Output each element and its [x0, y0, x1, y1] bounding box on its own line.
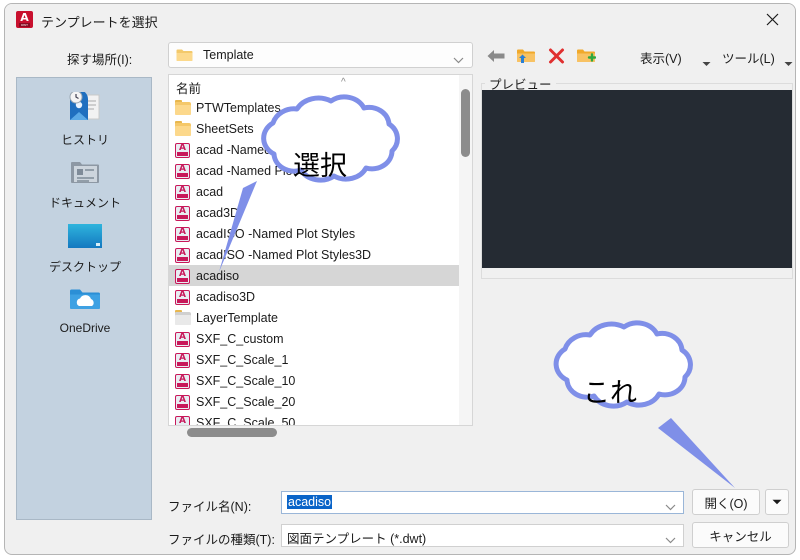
file-row-label: PTWTemplates	[196, 100, 281, 115]
file-row-label: SXF_C_Scale_1	[196, 352, 289, 367]
dwt-file-icon: A	[174, 246, 192, 264]
dwt-file-icon: A	[174, 141, 192, 159]
annotation-this-text: これ	[583, 378, 637, 409]
window-title: テンプレートを選択	[41, 15, 158, 30]
place-label: ヒストリ	[60, 133, 109, 147]
look-in-value: Template	[203, 48, 254, 62]
file-row-label: SXF_C_custom	[196, 331, 284, 346]
file-row-label: SXF_C_Scale_50	[196, 415, 296, 426]
dwt-file-icon: A	[174, 288, 192, 306]
file-row[interactable]: LayerTemplate	[169, 307, 472, 328]
file-list-horizontal-scrollbar[interactable]	[168, 426, 473, 439]
folder-icon	[174, 99, 192, 117]
file-row-label: acadiso3D	[196, 289, 256, 304]
folder-icon	[174, 309, 192, 327]
dwt-file-icon: A	[174, 330, 192, 348]
file-row[interactable]: A SXF_C_Scale_50	[169, 412, 472, 426]
scrollbar-thumb[interactable]	[187, 428, 277, 437]
file-row[interactable]: SheetSets	[169, 118, 472, 139]
open-dropdown-button[interactable]	[765, 489, 789, 515]
chevron-down-icon[interactable]	[702, 54, 711, 72]
file-row[interactable]: Aacad3D	[169, 202, 472, 223]
dwt-file-icon: A	[174, 183, 192, 201]
file-list[interactable]: 名前 ^ PTWTemplates SheetSets Aacad -Named P…	[168, 74, 473, 426]
filename-input[interactable]: acadiso	[281, 491, 684, 514]
file-row[interactable]: Aacad	[169, 181, 472, 202]
filename-value: acadiso	[287, 495, 333, 509]
file-row[interactable]: PTWTemplates	[169, 97, 472, 118]
file-row[interactable]: A SXF_C_Scale_1	[169, 349, 472, 370]
documents-icon	[17, 151, 153, 193]
scrollbar-thumb[interactable]	[461, 89, 470, 157]
file-row[interactable]: A SXF_C_Scale_20	[169, 391, 472, 412]
new-folder-icon[interactable]	[573, 44, 599, 68]
file-row[interactable]: A SXF_C_Scale_10	[169, 370, 472, 391]
file-row[interactable]: Aacadiso3D	[169, 286, 472, 307]
filetype-value: 図面テンプレート (*.dwt)	[287, 532, 427, 546]
file-row-label: SXF_C_Scale_20	[196, 394, 296, 409]
file-row[interactable]: AacadISO -Named Plot Styles	[169, 223, 472, 244]
dwt-file-icon: A	[174, 225, 192, 243]
onedrive-icon	[17, 278, 153, 320]
dwt-file-icon: A	[174, 204, 192, 222]
file-row-label: LayerTemplate	[196, 310, 278, 325]
file-row-label: acadiso	[196, 268, 240, 283]
folder-icon	[174, 120, 192, 138]
delete-x-icon[interactable]	[543, 44, 569, 68]
place-label: デスクトップ	[48, 260, 121, 274]
look-in-label: 探す場所(I):	[67, 53, 133, 67]
dwt-file-icon: A	[174, 372, 192, 390]
annotation-select-text: 選択	[293, 151, 347, 182]
back-arrow-icon[interactable]	[483, 44, 509, 68]
chevron-down-icon[interactable]	[784, 54, 793, 72]
place-item-documents[interactable]: ドキュメント	[17, 151, 153, 211]
place-label: OneDrive	[59, 321, 111, 335]
preview-image	[482, 90, 792, 268]
file-row[interactable]: A SXF_C_custom	[169, 328, 472, 349]
file-list-vertical-scrollbar[interactable]	[459, 75, 472, 425]
view-menu[interactable]: 表示(V)	[640, 48, 682, 67]
file-row-label: SXF_C_Scale_10	[196, 373, 296, 388]
file-row-label: acad3D	[196, 205, 240, 220]
dwt-file-icon: A	[174, 393, 192, 411]
history-icon	[17, 88, 153, 130]
place-item-history[interactable]: ヒストリ	[17, 88, 153, 148]
up-one-level-folder-icon[interactable]	[513, 44, 539, 68]
filetype-select[interactable]: 図面テンプレート (*.dwt)	[281, 524, 684, 547]
place-label: ドキュメント	[48, 196, 121, 210]
dwt-file-icon: A	[174, 414, 192, 425]
close-icon[interactable]	[749, 4, 795, 35]
dwt-file-icon: A	[174, 162, 192, 180]
column-header[interactable]: 名前 ^	[169, 75, 472, 97]
file-row-label: acad	[196, 184, 224, 199]
chevron-down-icon[interactable]	[665, 498, 676, 516]
file-row-label: SheetSets	[196, 121, 254, 136]
filetype-label: ファイルの種類(T):	[168, 533, 275, 547]
column-header-name: 名前	[176, 82, 202, 96]
sort-ascending-caret-icon: ^	[341, 77, 346, 88]
file-row-label: acadISO -Named Plot Styles3D	[196, 247, 372, 262]
look-in-combobox[interactable]: Template	[168, 42, 473, 68]
desktop-icon	[17, 215, 153, 257]
folder-icon	[176, 48, 193, 67]
file-row[interactable]: Aacadiso	[169, 265, 472, 286]
tools-menu[interactable]: ツール(L)	[722, 48, 775, 67]
chevron-down-icon[interactable]	[665, 531, 676, 549]
select-template-dialog: A DWT テンプレートを選択 探す場所(I): Template 表示(V) …	[4, 3, 796, 555]
open-button[interactable]: 開く(O)	[692, 489, 760, 515]
dwt-file-icon: A	[174, 351, 192, 369]
places-bar: ヒストリ ドキュメント デスクトップ OneDrive	[16, 77, 152, 520]
place-item-onedrive[interactable]: OneDrive	[17, 278, 153, 335]
place-item-desktop[interactable]: デスクトップ	[17, 215, 153, 275]
title-bar: A DWT テンプレートを選択	[5, 4, 795, 36]
file-row[interactable]: AacadISO -Named Plot Styles3D	[169, 244, 472, 265]
cancel-button[interactable]: キャンセル	[692, 522, 789, 548]
autocad-a-icon: A DWT	[16, 11, 33, 28]
file-row-label: acadISO -Named Plot Styles	[196, 226, 356, 241]
filename-label: ファイル名(N):	[168, 500, 252, 514]
chevron-down-icon[interactable]	[453, 51, 464, 69]
dwt-file-icon: A	[174, 267, 192, 285]
